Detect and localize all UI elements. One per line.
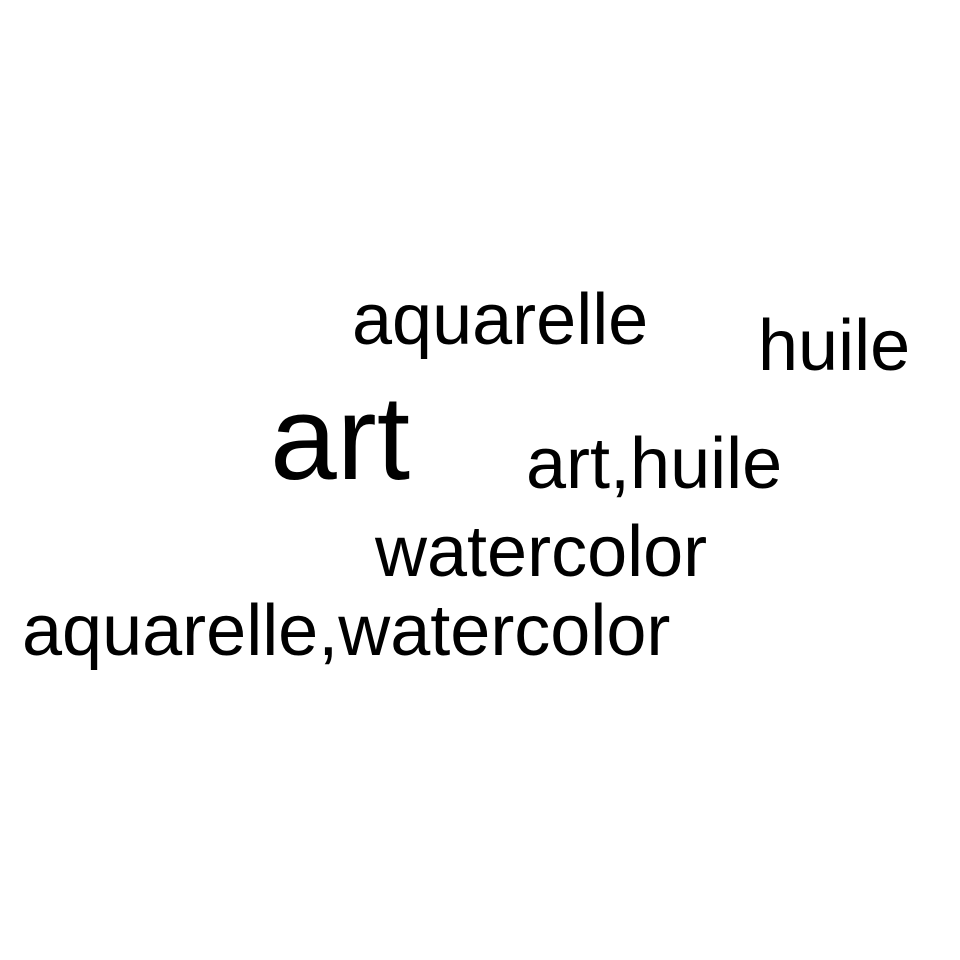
word-art-huile: art,huile [526,424,783,504]
word-aquarelle: aquarelle [352,280,649,360]
word-cloud: aquarelle huile art art,huile watercolor… [0,0,960,960]
word-watercolor: watercolor [375,512,708,592]
word-cloud-page: { "words": { "aquarelle": "aquarelle", "… [0,0,960,960]
word-aquarelle-watercolor: aquarelle,watercolor [22,591,671,671]
word-art: art [270,371,411,505]
word-huile: huile [758,306,911,386]
